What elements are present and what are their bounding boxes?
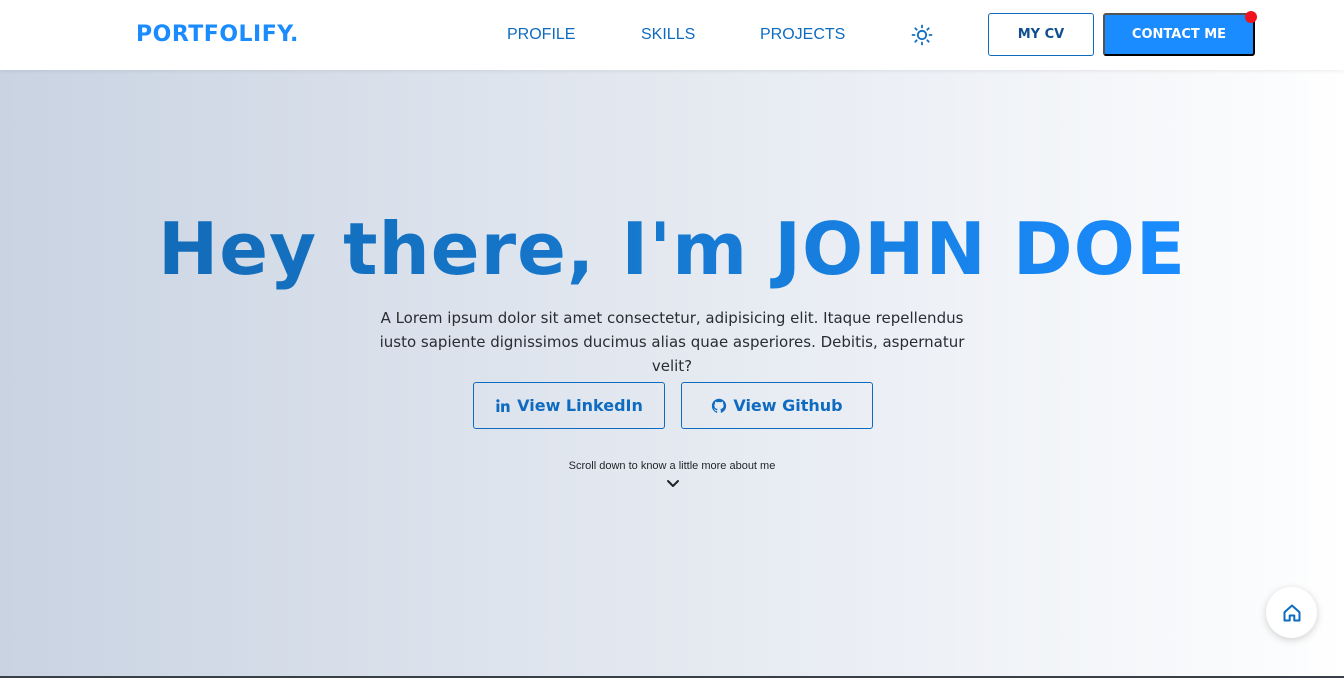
navbar: PORTFOLIFY. PROFILE SKILLS PROJECTS MY C… [0,0,1344,70]
chevron-down-icon [667,480,679,487]
view-linkedin-label: View LinkedIn [517,396,643,415]
view-github-button[interactable]: View Github [681,382,873,429]
nav-link-skills[interactable]: SKILLS [641,26,695,44]
brand-logo[interactable]: PORTFOLIFY. [136,21,299,49]
scroll-down-button[interactable] [665,477,681,489]
contact-me-button[interactable]: CONTACT ME [1103,13,1255,56]
nav-link-projects[interactable]: PROJECTS [760,26,845,44]
home-icon [1283,604,1300,621]
my-cv-button[interactable]: MY CV [988,13,1094,56]
hero-description: A Lorem ipsum dolor sit amet consectetur… [379,309,965,375]
view-github-label: View Github [733,396,843,415]
theme-toggle-button[interactable] [910,23,934,47]
sun-icon [911,24,933,46]
view-linkedin-button[interactable]: View LinkedIn [473,382,665,429]
hero-title-text: Hey there, I'm JOHN DOE [157,207,1186,291]
notification-dot [1245,11,1257,23]
linkedin-icon [495,398,511,414]
hero-title: Hey there, I'm JOHN DOE [0,205,1344,293]
home-button[interactable] [1266,587,1317,638]
github-icon [711,398,727,414]
scroll-hint-text: Scroll down to know a little more about … [568,460,776,472]
nav-link-profile[interactable]: PROFILE [507,26,575,44]
